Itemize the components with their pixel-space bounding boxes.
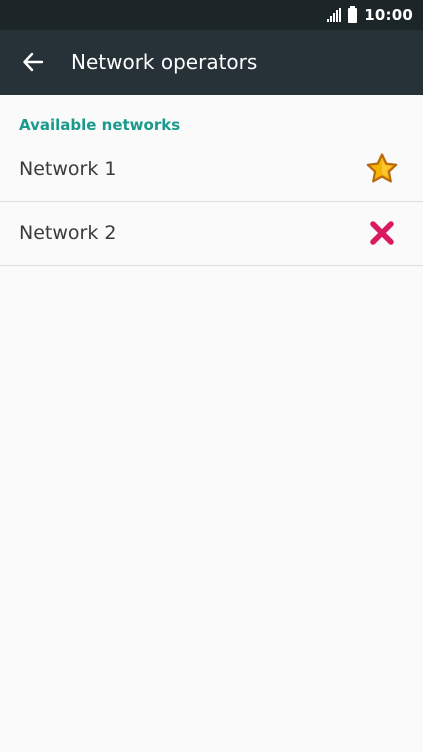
battery-icon: [348, 5, 358, 23]
signal-icon: [327, 8, 342, 22]
network-label: Network 1: [19, 158, 117, 180]
back-button[interactable]: [12, 41, 54, 83]
page-title: Network operators: [71, 50, 258, 74]
status-icons: 10:00: [327, 0, 413, 30]
status-bar: 10:00: [0, 0, 423, 30]
section-header-available-networks: Available networks: [19, 116, 181, 134]
star-icon: [366, 153, 398, 183]
network-list-item-1[interactable]: Network 1: [0, 137, 423, 202]
close-x-icon: [370, 221, 394, 245]
app-bar: Network operators: [0, 30, 423, 95]
network-label: Network 2: [19, 222, 117, 244]
status-clock: 10:00: [364, 6, 413, 24]
arrow-back-icon: [23, 52, 44, 72]
network-list-item-2[interactable]: Network 2: [0, 201, 423, 266]
